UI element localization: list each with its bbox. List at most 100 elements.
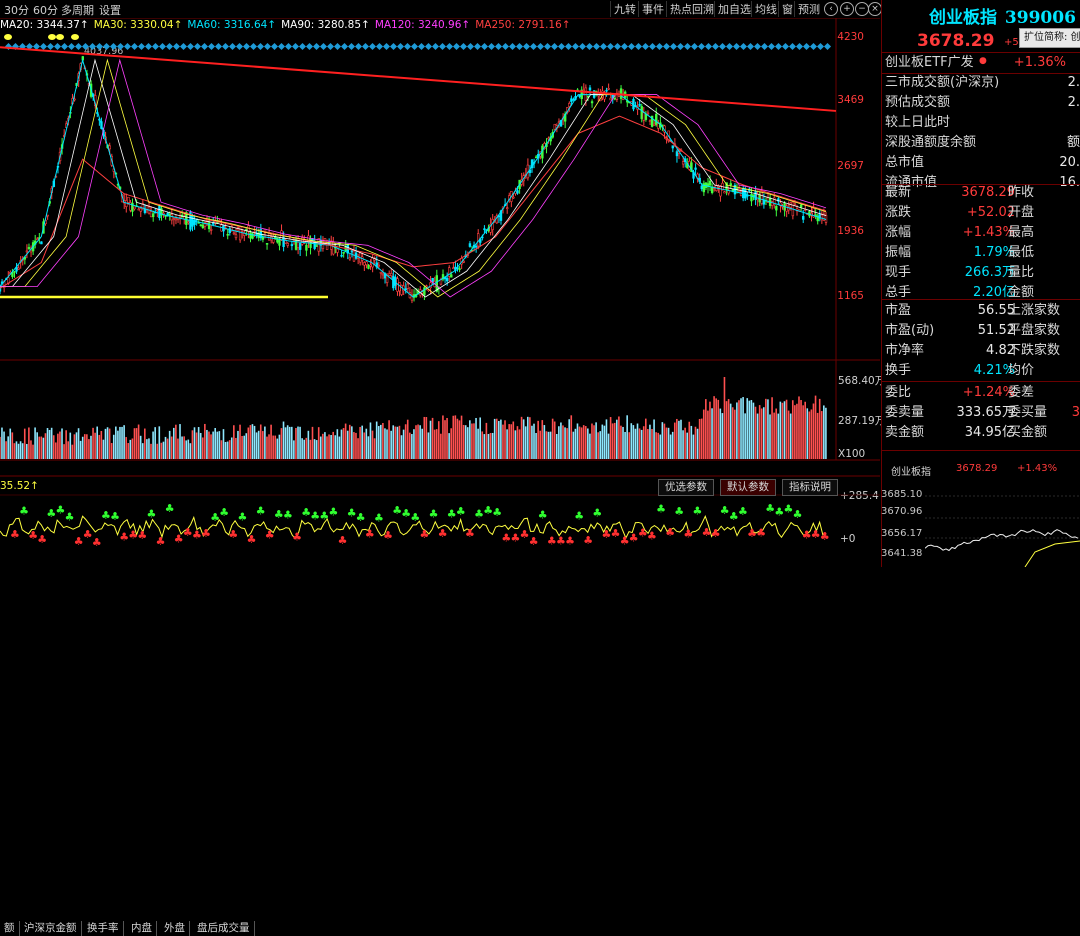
volume-bar (667, 427, 670, 459)
signal-marker (214, 42, 223, 51)
volume-bar (595, 422, 597, 459)
volume-bar (609, 417, 612, 459)
volume-bar (518, 429, 521, 459)
candle-body (435, 275, 439, 292)
volume-bar (676, 418, 678, 459)
quote-label: 深股通额度余额 (885, 135, 977, 150)
volume-bar (514, 430, 517, 459)
signal-marker (298, 42, 307, 51)
indicator-arrow: ♣ (228, 528, 238, 541)
volume-bar (644, 418, 647, 459)
quote-label-2: 上涨家数 (1008, 303, 1061, 318)
quote-label: 卖金额 (885, 425, 925, 440)
candle-body (363, 262, 366, 266)
volume-bar (79, 440, 82, 459)
etf-row[interactable]: 创业板ETF广发 ● +1.36% (885, 53, 1080, 73)
volume-bar (357, 438, 359, 459)
candle-body (133, 206, 136, 210)
volume-bar (411, 434, 413, 459)
tab-inner-vol[interactable]: 内盘 (127, 921, 157, 936)
quote-row: 总市值 20. (885, 153, 1080, 173)
signal-marker (200, 42, 209, 51)
volume-bar (117, 430, 119, 459)
volume-bar (160, 442, 163, 459)
volume-bar (50, 427, 53, 459)
tab-amount[interactable]: 额 (0, 921, 20, 936)
volume-bar (642, 426, 645, 459)
volume-bar (367, 436, 370, 459)
mini-name: 创业板指 (891, 467, 931, 478)
volume-bar (444, 420, 446, 459)
signal-marker (683, 42, 692, 51)
candle-body (282, 237, 285, 247)
indicator-help-button[interactable]: 指标说明 (782, 479, 838, 496)
volume-bar (553, 421, 556, 459)
candle-body (379, 271, 383, 274)
candle-body (151, 213, 155, 218)
volume-bar (54, 442, 57, 459)
volume-bar (533, 423, 535, 459)
volume-bar (177, 438, 179, 459)
signal-marker (725, 42, 734, 51)
candle-body (557, 121, 561, 124)
tab-shsz-amount[interactable]: 沪深京金额 (20, 921, 82, 936)
volume-bar (359, 426, 361, 459)
signal-marker (515, 42, 524, 51)
candle-body (657, 123, 660, 129)
signal-marker (46, 42, 55, 51)
quote-label: 市净率 (885, 343, 925, 358)
volume-bar (591, 423, 593, 459)
volume-bar (193, 427, 196, 459)
candle-body (238, 225, 242, 241)
candle-body (512, 196, 515, 199)
candle-body (365, 261, 368, 265)
mini-chart-header: 创业板指 3678.29 +1.43% (881, 458, 1080, 478)
volume-bar (86, 434, 88, 459)
candle-body (534, 156, 538, 159)
volume-bar (777, 413, 780, 459)
quote-label: 较上日此时 (885, 115, 951, 130)
index-code: 399006 (1004, 8, 1076, 28)
tab-outer-vol[interactable]: 外盘 (160, 921, 190, 936)
tab-turnover[interactable]: 换手率 (83, 921, 124, 936)
candle-body (336, 248, 339, 253)
candle-body (108, 145, 111, 150)
candle-body (474, 245, 478, 248)
volume-bar (798, 396, 800, 459)
tab-after-hours-vol[interactable]: 盘后成交量 (193, 921, 255, 936)
volume-bar (529, 417, 531, 459)
indicator-arrow: ♣ (365, 528, 375, 541)
volume-bar (541, 420, 544, 459)
volume-bar (498, 420, 500, 459)
volume-bar (568, 419, 570, 459)
etf-change: +1.36% (1013, 55, 1066, 70)
candle-body (458, 268, 461, 270)
volume-bar (301, 438, 303, 459)
volume-bar (119, 426, 121, 459)
default-params-button[interactable]: 默认参数 (720, 479, 776, 496)
volume-bar (208, 431, 210, 459)
candle-body (158, 206, 161, 219)
volume-bar (740, 398, 742, 459)
volume-bar (810, 409, 813, 459)
optimal-params-button[interactable]: 优选参数 (658, 479, 714, 496)
signal-marker (88, 42, 97, 51)
volume-bar (102, 439, 105, 459)
candle-body (139, 208, 142, 212)
quote-row: 最新 3678.29 昨收 (885, 183, 1080, 203)
volume-bar (148, 438, 150, 459)
volume-bar (189, 443, 192, 459)
volume-bar (671, 431, 674, 459)
volume-bar (313, 439, 316, 459)
candle-body (516, 190, 519, 194)
signal-marker (165, 42, 174, 51)
quote-label: 市盈(动) (885, 323, 935, 338)
volume-bar (94, 432, 96, 459)
volume-bar (259, 424, 262, 459)
volume-bar (601, 424, 604, 459)
volume-bar (278, 434, 281, 459)
candle-body (750, 194, 753, 202)
quote-row: 预估成交额 2. (885, 93, 1080, 113)
volume-bar (698, 418, 701, 459)
volume-bar (139, 435, 142, 459)
